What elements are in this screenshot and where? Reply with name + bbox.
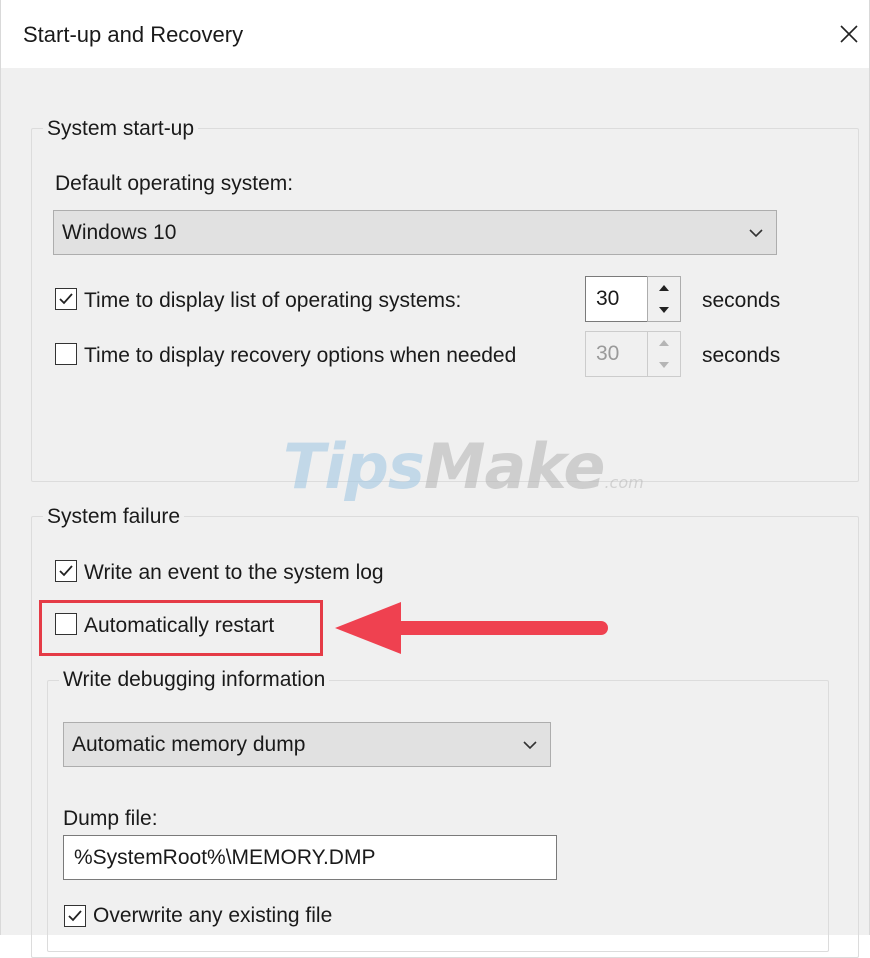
checkmark-icon xyxy=(59,565,73,577)
time-list-checkbox[interactable] xyxy=(55,288,77,310)
arrow-left-icon xyxy=(335,602,608,654)
dump-type-value: Automatic memory dump xyxy=(72,732,306,756)
watermark-make: Make xyxy=(423,430,606,503)
dump-file-label: Dump file: xyxy=(63,807,158,830)
dump-type-dropdown[interactable]: Automatic memory dump xyxy=(63,722,551,767)
watermark-tips: Tips xyxy=(283,430,425,503)
time-recovery-spinner xyxy=(647,331,681,377)
write-event-checkbox[interactable] xyxy=(55,560,77,582)
dump-file-input[interactable]: %SystemRoot%\MEMORY.DMP xyxy=(63,835,557,880)
arrow-up-icon xyxy=(659,340,669,346)
close-button[interactable] xyxy=(827,12,870,56)
write-event-label: Write an event to the system log xyxy=(84,561,384,584)
default-os-label: Default operating system: xyxy=(55,172,294,195)
arrow-up-icon xyxy=(659,285,669,291)
system-failure-legend: System failure xyxy=(43,504,185,530)
time-recovery-label-text: Time to display recovery options when ne… xyxy=(84,344,517,367)
time-recovery-input[interactable]: 30 xyxy=(585,331,649,377)
spin-down-button[interactable] xyxy=(648,299,680,321)
arrow-down-icon xyxy=(659,362,669,368)
close-icon xyxy=(840,25,858,43)
tipsmake-watermark: TipsMake.com xyxy=(283,430,644,503)
checkmark-icon xyxy=(59,293,73,305)
auto-restart-highlight xyxy=(39,600,323,656)
debug-info-legend: Write debugging information xyxy=(59,667,330,693)
title-bar: Start-up and Recovery xyxy=(1,0,869,68)
chevron-down-icon xyxy=(523,740,537,749)
time-recovery-checkbox[interactable] xyxy=(55,343,77,365)
window-title: Start-up and Recovery xyxy=(23,22,244,47)
arrow-down-icon xyxy=(659,307,669,313)
watermark-suffix: .com xyxy=(604,473,644,492)
time-list-spinner xyxy=(647,276,681,322)
system-startup-legend: System start-up xyxy=(43,116,199,142)
time-list-input[interactable]: 30 xyxy=(585,276,649,322)
startup-recovery-dialog: Start-up and Recovery System start-up De… xyxy=(0,0,870,958)
overwrite-label: Overwrite any existing file xyxy=(93,904,333,927)
checkmark-icon xyxy=(68,910,82,922)
spin-up-button[interactable] xyxy=(648,277,680,299)
time-recovery-label: Time to display recovery options when ne… xyxy=(84,343,580,369)
chevron-down-icon xyxy=(749,228,763,237)
spin-down-button[interactable] xyxy=(648,354,680,376)
default-os-value: Windows 10 xyxy=(62,220,177,244)
default-os-dropdown[interactable]: Windows 10 xyxy=(53,210,777,255)
time-list-label: Time to display list of operating system… xyxy=(84,289,462,312)
overwrite-checkbox[interactable] xyxy=(64,905,86,927)
spin-up-button[interactable] xyxy=(648,332,680,354)
time-recovery-unit: seconds xyxy=(702,344,781,367)
time-list-unit: seconds xyxy=(702,289,781,312)
